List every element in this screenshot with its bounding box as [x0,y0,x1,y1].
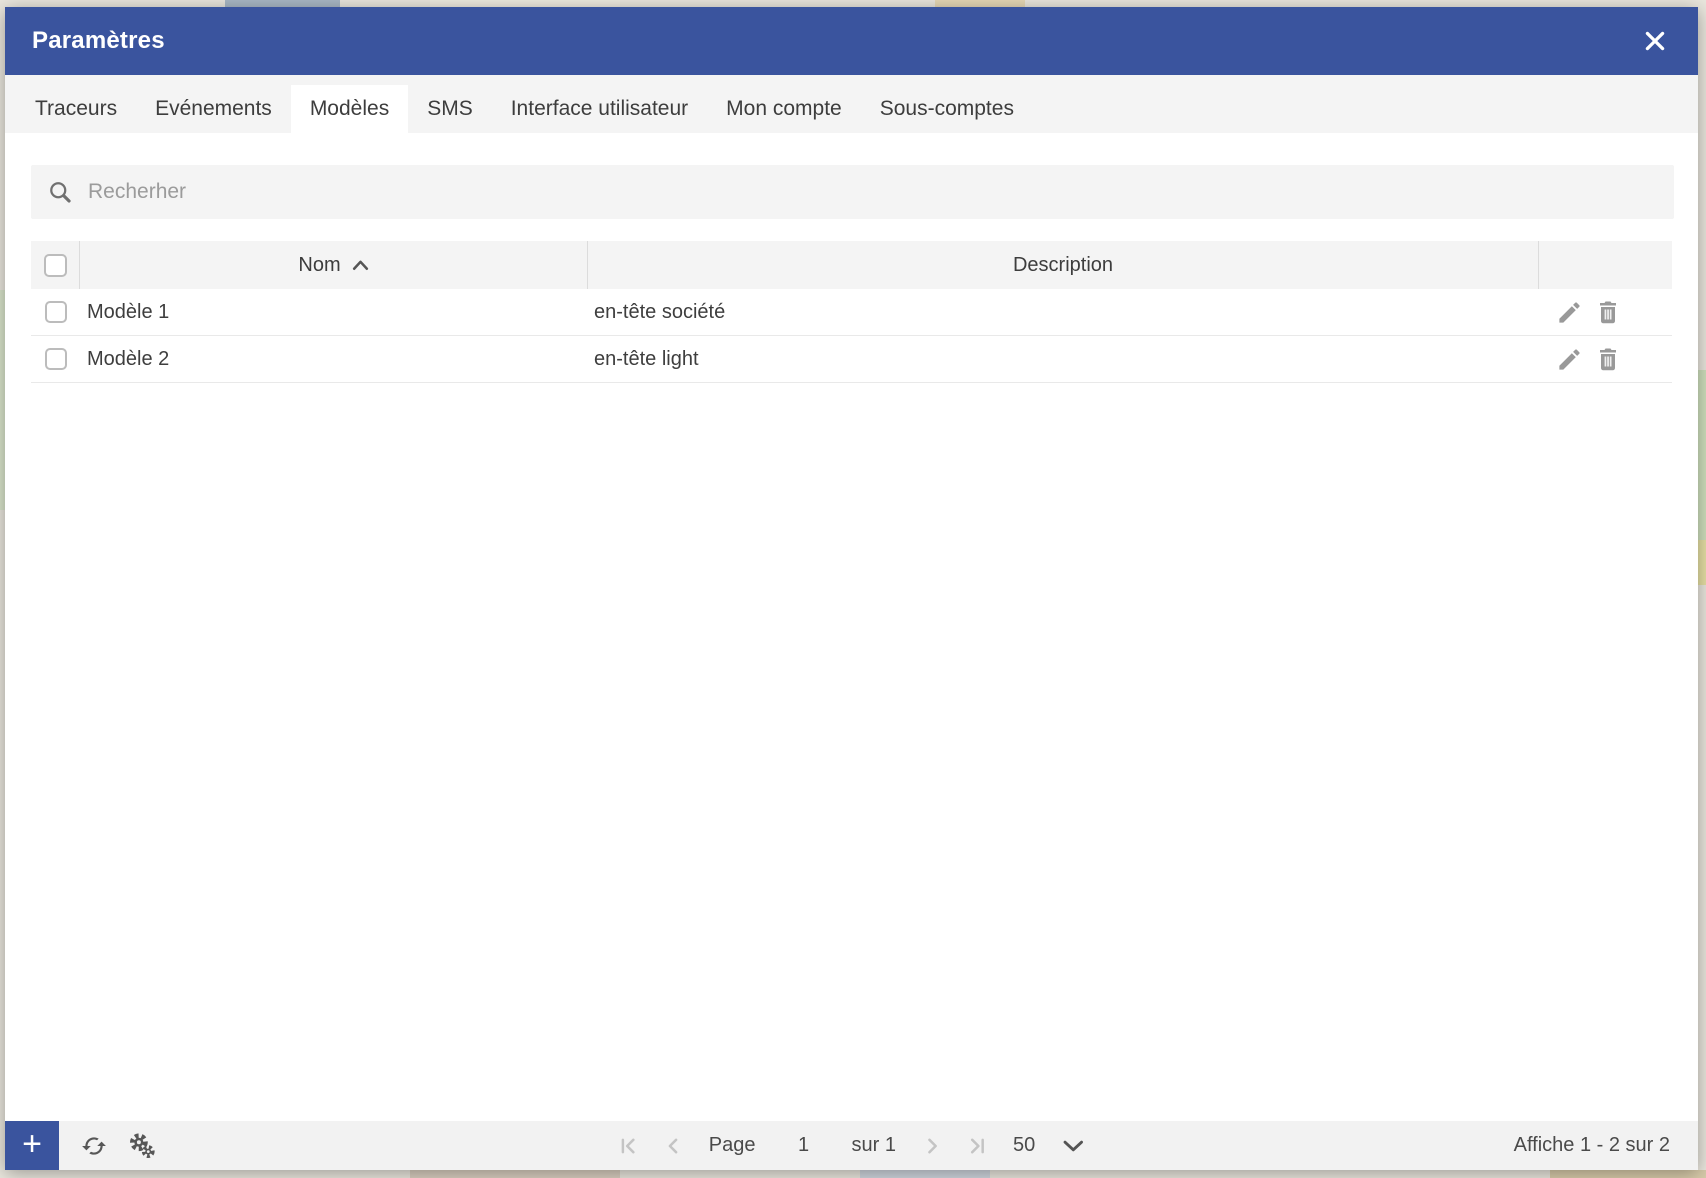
tab-sous-comptes[interactable]: Sous-comptes [861,85,1033,133]
models-table: Nom Description Modèle 1 en-tête société [31,241,1672,383]
tab-sms[interactable]: SMS [408,85,492,133]
page-label: Page [708,1134,756,1156]
sort-ascending-icon [352,259,369,271]
column-header-description[interactable]: Description [588,241,1539,289]
close-icon[interactable] [1642,28,1668,54]
previous-page-icon[interactable] [664,1137,682,1155]
pagination-bar: Page sur 1 50 [619,1121,1084,1170]
tab-traceurs[interactable]: Traceurs [16,85,136,133]
search-icon [47,179,74,206]
row-checkbox[interactable] [44,348,67,370]
map-background-fragment [1698,540,1706,585]
bottom-toolbar: + Page sur [5,1121,1698,1170]
delete-icon[interactable] [1596,346,1620,372]
row-checkbox[interactable] [44,301,67,323]
table-row[interactable]: Modèle 2 en-tête light [31,336,1672,383]
dialog-titlebar: Paramètres [5,7,1698,75]
table-row[interactable]: Modèle 1 en-tête société [31,289,1672,336]
map-background-fragment [1550,1170,1706,1178]
map-background-fragment [225,0,340,7]
page-total-label: sur 1 [851,1134,896,1156]
last-page-icon[interactable] [968,1137,986,1155]
delete-icon[interactable] [1596,299,1620,325]
search-bar [31,165,1674,219]
column-header-nom[interactable]: Nom [80,241,588,289]
select-all-checkbox[interactable] [43,253,67,277]
tab-content-modeles: Nom Description Modèle 1 en-tête société [5,133,1698,1121]
refresh-icon[interactable] [81,1133,107,1159]
chevron-down-icon [1062,1139,1084,1153]
dialog-title: Paramètres [32,27,165,54]
edit-icon[interactable] [1556,346,1583,373]
table-header-row: Nom Description [31,241,1672,289]
page-number-input[interactable] [782,1134,825,1157]
model-description: en-tête light [594,347,699,370]
table-header-checkbox-cell [31,241,80,289]
tab-modeles[interactable]: Modèles [290,85,409,133]
map-background-fragment [1698,370,1706,540]
settings-gear-icon[interactable] [127,1131,157,1161]
model-name: Modèle 2 [87,347,170,370]
page-size-dropdown[interactable]: 50 [1013,1134,1084,1157]
edit-icon[interactable] [1556,299,1583,326]
map-background-fragment [410,1170,620,1178]
search-input[interactable] [88,180,1658,204]
column-header-actions [1539,241,1672,289]
model-name: Modèle 1 [87,300,170,323]
record-count-status: Affiche 1 - 2 sur 2 [1513,1134,1670,1156]
next-page-icon[interactable] [923,1137,941,1155]
page-size-value: 50 [1012,1134,1036,1156]
tab-mon-compte[interactable]: Mon compte [707,85,861,133]
first-page-icon[interactable] [619,1137,637,1155]
model-description: en-tête société [594,300,726,323]
settings-tabbar: Traceurs Evénements Modèles SMS Interfac… [5,75,1698,133]
add-model-button[interactable]: + [5,1121,59,1170]
map-background-fragment [935,0,1025,7]
tab-evenements[interactable]: Evénements [136,85,291,133]
settings-dialog: Paramètres Traceurs Evénements Modèles S… [5,7,1698,1170]
map-background-fragment [430,0,620,7]
map-background-fragment [860,1170,990,1178]
tab-interface-utilisateur[interactable]: Interface utilisateur [492,85,707,133]
